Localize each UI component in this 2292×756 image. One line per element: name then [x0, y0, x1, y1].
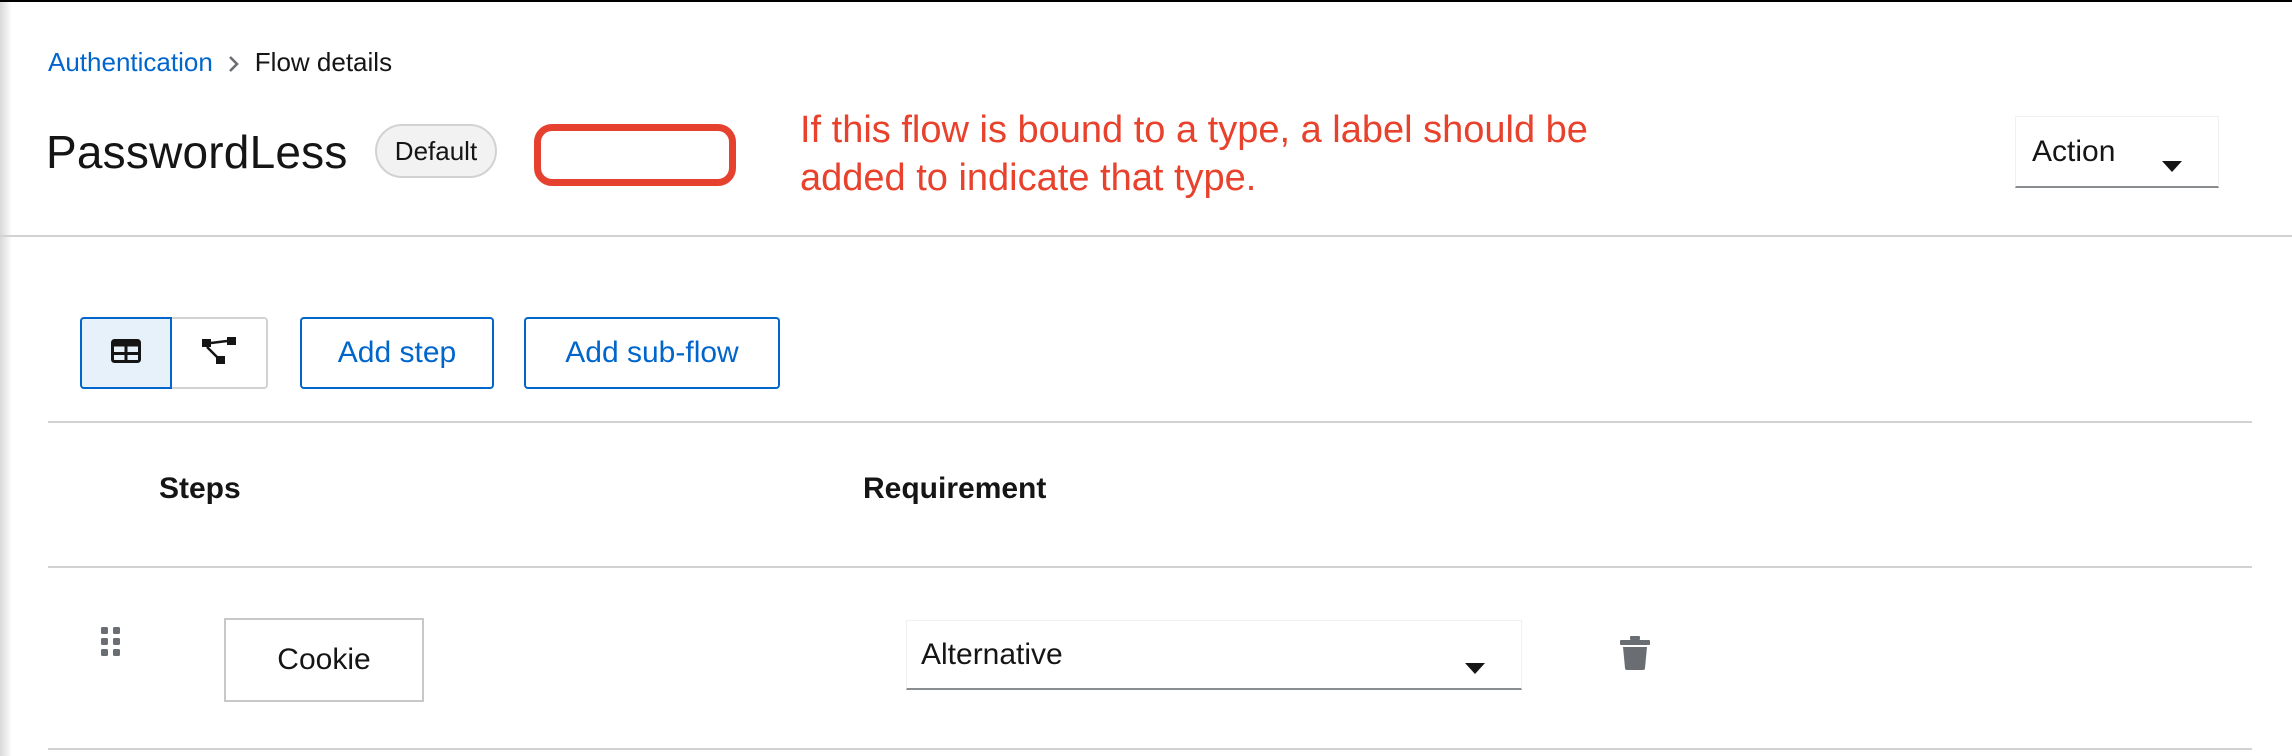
drag-handle-icon[interactable]: [100, 626, 122, 658]
chevron-right-icon: [213, 47, 255, 78]
view-toggle-group: [80, 317, 268, 389]
toolbar-divider: [48, 421, 2252, 423]
table-view-toggle[interactable]: [80, 317, 172, 389]
default-badge: Default: [375, 124, 497, 178]
row-divider: [48, 748, 2252, 750]
column-header-steps: Steps: [159, 472, 241, 505]
annotation-text: If this flow is bound to a type, a label…: [800, 109, 1588, 199]
page-title: PasswordLess: [46, 126, 348, 178]
trash-icon[interactable]: [1620, 636, 1650, 670]
step-name: Cookie: [224, 618, 424, 702]
left-edge-shadow: [0, 2, 12, 756]
action-dropdown-label: Action: [2032, 134, 2116, 168]
header-divider: [0, 235, 2292, 237]
add-subflow-button[interactable]: Add sub-flow: [524, 317, 780, 389]
diagram-view-icon: [201, 336, 237, 371]
flow-details-page: Authentication Flow details PasswordLess…: [0, 0, 2292, 756]
column-header-requirement: Requirement: [863, 472, 1047, 505]
breadcrumb: Authentication Flow details: [48, 44, 392, 80]
table-view-icon: [111, 338, 141, 368]
add-step-button[interactable]: Add step: [300, 317, 494, 389]
diagram-view-toggle[interactable]: [172, 317, 268, 389]
breadcrumb-current: Flow details: [254, 46, 393, 77]
breadcrumb-authentication-link[interactable]: Authentication: [48, 47, 213, 78]
annotation-highlight-box: [534, 124, 736, 186]
table-header-divider: [48, 566, 2252, 568]
requirement-select[interactable]: Alternative: [906, 620, 1522, 690]
requirement-select-value: Alternative: [921, 637, 1063, 671]
caret-down-icon: [1465, 649, 1485, 683]
action-dropdown[interactable]: Action: [2015, 116, 2219, 188]
caret-down-icon: [2162, 147, 2182, 181]
